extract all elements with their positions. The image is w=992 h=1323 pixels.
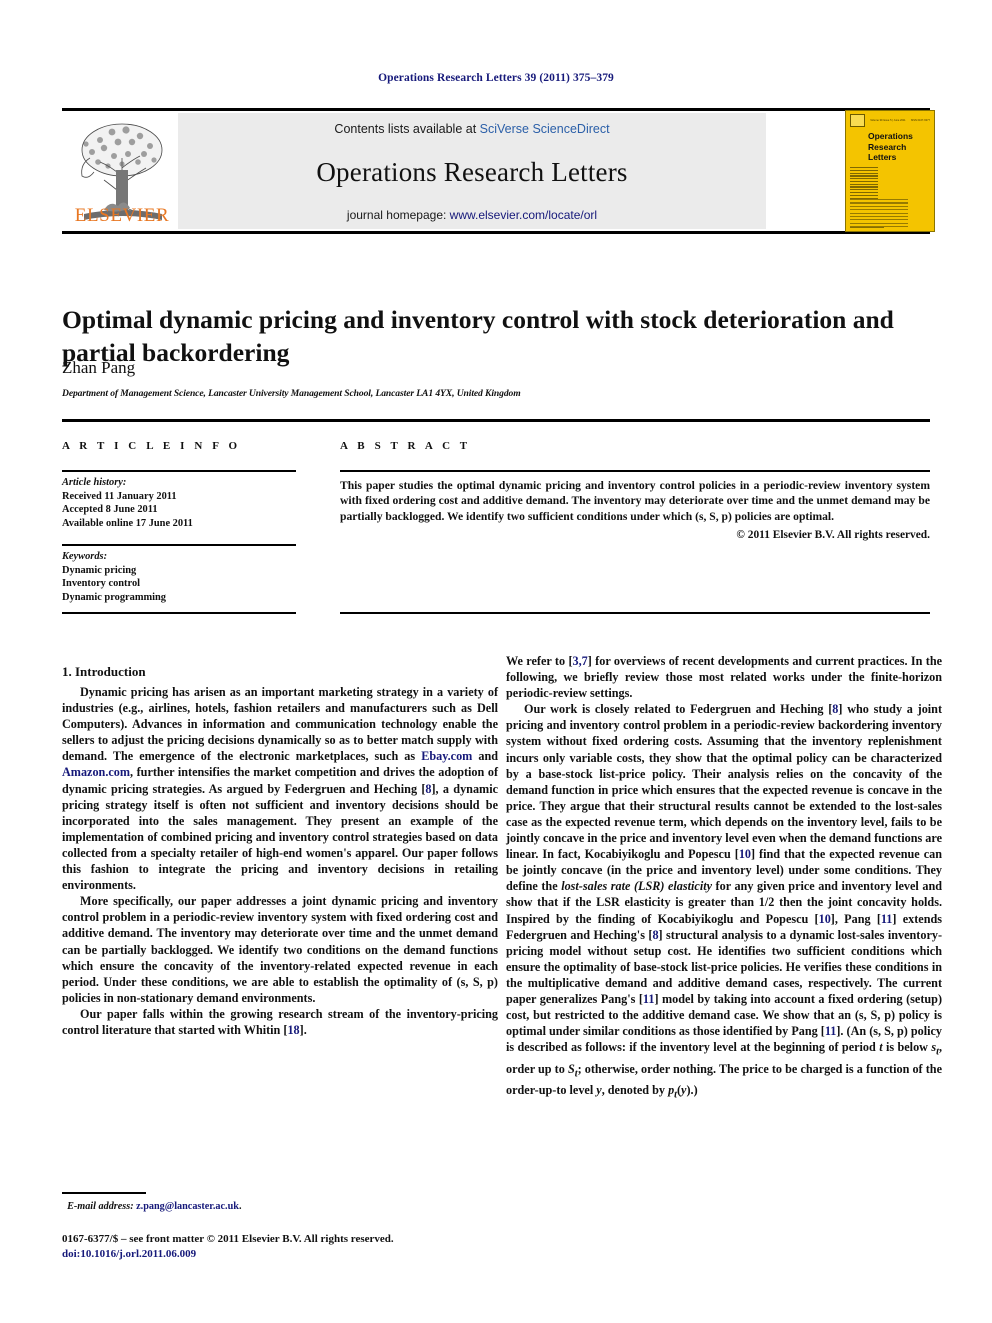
article-history-block: Article history: Received 11 January 201… bbox=[62, 476, 302, 530]
doi-link[interactable]: doi:10.1016/j.orl.2011.06.009 bbox=[62, 1247, 532, 1262]
emphasis-text: S bbox=[567, 1061, 575, 1076]
footnote-rule bbox=[62, 1192, 146, 1194]
history-item: Received 11 January 2011 bbox=[62, 490, 177, 502]
cover-title-line-3: Letters bbox=[868, 152, 897, 162]
imprint-front-matter: 0167-6377/$ – see front matter © 2011 El… bbox=[62, 1233, 394, 1245]
abstract-rule-1 bbox=[340, 470, 930, 472]
body-text: ], Pang [ bbox=[830, 911, 881, 926]
citation-reference[interactable]: 3,7 bbox=[573, 654, 588, 668]
section-heading-introduction: 1. Introduction bbox=[62, 663, 146, 679]
cover-contents-lines bbox=[850, 167, 878, 200]
body-column-left: Dynamic pricing has arisen as an importa… bbox=[62, 684, 498, 1038]
body-paragraph: We refer to [3,7] for overviews of recen… bbox=[506, 653, 942, 701]
email-label: E-mail address: bbox=[67, 1201, 134, 1212]
info-rule-3 bbox=[62, 612, 296, 614]
article-history-label: Article history: bbox=[62, 477, 127, 488]
cover-body-lines bbox=[850, 199, 908, 229]
inline-link[interactable]: Ebay.com bbox=[421, 749, 472, 763]
body-column-right: We refer to [3,7] for overviews of recen… bbox=[506, 653, 942, 1104]
inline-link[interactable]: Amazon.com bbox=[62, 765, 130, 779]
abstract-rule-2 bbox=[340, 612, 930, 614]
abstract-heading: A B S T R A C T bbox=[340, 440, 471, 452]
body-paragraph: Our work is closely related to Federgrue… bbox=[506, 701, 942, 1104]
body-text: We refer to [ bbox=[506, 654, 573, 668]
info-rule-2 bbox=[62, 544, 296, 546]
body-paragraph: More specifically, our paper addresses a… bbox=[62, 893, 498, 1006]
body-paragraph: Dynamic pricing has arisen as an importa… bbox=[62, 684, 498, 893]
cover-volume-text: Volume 39 Issue 5 | June 2011 bbox=[870, 118, 906, 122]
citation-reference[interactable]: 11 bbox=[825, 1024, 837, 1038]
body-text: ).) bbox=[686, 1083, 698, 1098]
citation-reference[interactable]: 18 bbox=[287, 1023, 299, 1037]
citation-reference[interactable]: 11 bbox=[643, 992, 655, 1006]
email-link[interactable]: z.pang@lancaster.ac.uk bbox=[136, 1201, 239, 1212]
journal-homepage-line: journal homepage: www.elsevier.com/locat… bbox=[178, 208, 766, 222]
journal-homepage-prefix: journal homepage: bbox=[346, 208, 450, 222]
journal-title: Operations Research Letters bbox=[316, 157, 628, 187]
citation-reference[interactable]: 10 bbox=[819, 912, 831, 926]
cover-issn-text: ISSN 0167-6377 bbox=[910, 118, 930, 122]
cover-top-row: Volume 39 Issue 5 | June 2011 ISSN 0167-… bbox=[850, 113, 930, 127]
keywords-label: Keywords: bbox=[62, 551, 108, 562]
keyword-item: Dynamic programming bbox=[62, 591, 166, 603]
author-name: Zhan Pang bbox=[62, 358, 136, 377]
info-top-rule bbox=[62, 419, 930, 422]
contents-lists-prefix: Contents lists available at bbox=[334, 122, 480, 136]
cover-publisher-mark bbox=[850, 113, 865, 127]
body-text: Our paper falls within the growing resea… bbox=[62, 1006, 498, 1037]
abstract-text: This paper studies the optimal dynamic p… bbox=[340, 479, 930, 523]
citation-reference[interactable]: 11 bbox=[881, 912, 893, 926]
cover-title-line-1: Operations bbox=[868, 131, 913, 141]
body-text: ], a dynamic pricing strategy itself is … bbox=[62, 781, 499, 893]
elsevier-wordmark: ELSEVIER bbox=[74, 205, 170, 226]
running-head: Operations Research Letters 39 (2011) 37… bbox=[378, 72, 614, 84]
keyword-item: Inventory control bbox=[62, 578, 141, 590]
citation-reference[interactable]: 10 bbox=[739, 847, 751, 861]
journal-homepage-link[interactable]: www.elsevier.com/locate/orl bbox=[450, 208, 597, 222]
keywords-block: Keywords: Dynamic pricing Inventory cont… bbox=[62, 550, 302, 604]
abstract-copyright: © 2011 Elsevier B.V. All rights reserved… bbox=[736, 529, 930, 541]
email-suffix: . bbox=[238, 1201, 242, 1212]
body-text: Our work is closely related to Federgrue… bbox=[524, 702, 833, 717]
history-item: Available online 17 June 2011 bbox=[62, 517, 193, 529]
history-item: Accepted 8 June 2011 bbox=[62, 504, 158, 516]
cover-title-line-2: Research bbox=[868, 141, 907, 152]
footnote-email: E-mail address: z.pang@lancaster.ac.uk. bbox=[62, 1201, 498, 1212]
author-affiliation: Department of Management Science, Lancas… bbox=[62, 388, 521, 399]
info-rule-1 bbox=[62, 470, 296, 472]
contents-lists-line: Contents lists available at SciVerse Sci… bbox=[178, 122, 766, 136]
cover-footer-line bbox=[850, 226, 884, 228]
body-text: ] who study a joint pricing and inventor… bbox=[506, 702, 943, 862]
journal-cover-thumbnail: Volume 39 Issue 5 | June 2011 ISSN 0167-… bbox=[845, 110, 935, 232]
emphasis-text: lost-sales rate (LSR) elasticity bbox=[561, 879, 712, 894]
imprint-block: 0167-6377/$ – see front matter © 2011 El… bbox=[62, 1232, 532, 1262]
body-text: and bbox=[472, 749, 498, 764]
masthead-top-rule bbox=[62, 108, 930, 111]
sciencedirect-link[interactable]: SciVerse ScienceDirect bbox=[480, 122, 610, 136]
paper-page: Operations Research Letters 39 (2011) 37… bbox=[0, 0, 992, 1323]
body-text: is below bbox=[882, 1040, 932, 1055]
body-paragraph: Our paper falls within the growing resea… bbox=[62, 1006, 498, 1038]
body-text: ]. bbox=[299, 1022, 307, 1037]
keyword-item: Dynamic pricing bbox=[62, 564, 137, 576]
body-text: , denoted by bbox=[601, 1083, 669, 1098]
masthead-bottom-rule bbox=[62, 231, 930, 234]
body-text: More specifically, our paper addresses a… bbox=[62, 894, 498, 1005]
article-info-heading: A R T I C L E I N F O bbox=[62, 440, 241, 452]
cover-title: Operations Research Letters bbox=[868, 131, 930, 163]
